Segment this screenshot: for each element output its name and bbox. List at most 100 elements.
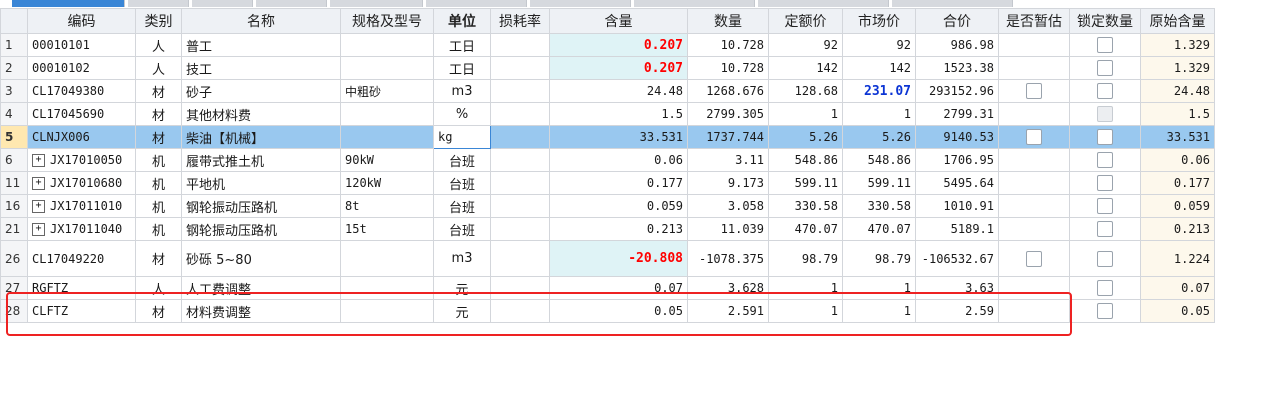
expand-icon[interactable]: +: [32, 177, 45, 190]
code-cell[interactable]: CLNJX006: [27, 125, 136, 149]
loss-cell[interactable]: [490, 102, 550, 126]
qty-cell[interactable]: 10.728: [687, 56, 769, 80]
unit-cell[interactable]: %: [433, 102, 491, 126]
code-cell[interactable]: + JX17010680: [27, 171, 136, 195]
code-cell[interactable]: 00010102: [27, 56, 136, 80]
spec-cell[interactable]: 8t: [340, 194, 434, 218]
column-header-lock-qty[interactable]: 锁定数量: [1069, 8, 1141, 34]
content-cell[interactable]: 0.07: [549, 276, 688, 300]
market-price-cell[interactable]: 470.07: [842, 217, 916, 241]
unit-cell[interactable]: 台班: [433, 194, 491, 218]
name-cell[interactable]: 普工: [181, 33, 341, 57]
lock-qty-checkbox[interactable]: [1097, 175, 1113, 191]
spec-cell[interactable]: [340, 276, 434, 300]
unit-cell[interactable]: 台班: [433, 171, 491, 195]
category-cell[interactable]: 机: [135, 148, 182, 172]
table-row[interactable]: 27 RGFTZ 人 人工费调整 元 0.07 3.628 1 1 3.63 0…: [0, 276, 1215, 300]
code-cell[interactable]: CLFTZ: [27, 299, 136, 323]
category-cell[interactable]: 机: [135, 194, 182, 218]
unit-cell[interactable]: 台班: [433, 148, 491, 172]
provisional-checkbox[interactable]: [1026, 83, 1042, 99]
lock-qty-checkbox[interactable]: [1097, 83, 1113, 99]
lock-qty-checkbox[interactable]: [1097, 152, 1113, 168]
loss-cell[interactable]: [490, 194, 550, 218]
table-row[interactable]: 11 + JX17010680 机 平地机 120kW 台班 0.177 9.17…: [0, 171, 1215, 195]
column-header-unit[interactable]: 单位: [433, 8, 491, 34]
quota-price-cell[interactable]: 599.11: [768, 171, 843, 195]
column-header-category[interactable]: 类别: [135, 8, 182, 34]
column-header-spec[interactable]: 规格及型号: [340, 8, 434, 34]
content-cell[interactable]: 33.531: [549, 125, 688, 149]
loss-cell[interactable]: [490, 217, 550, 241]
quota-price-cell[interactable]: 92: [768, 33, 843, 57]
column-header-content[interactable]: 含量: [549, 8, 688, 34]
loss-cell[interactable]: [490, 56, 550, 80]
content-cell[interactable]: 0.06: [549, 148, 688, 172]
category-cell[interactable]: 机: [135, 217, 182, 241]
column-header-market-price[interactable]: 市场价: [842, 8, 916, 34]
quota-price-cell[interactable]: 330.58: [768, 194, 843, 218]
content-cell[interactable]: 0.213: [549, 217, 688, 241]
name-cell[interactable]: 材料费调整: [181, 299, 341, 323]
code-cell[interactable]: + JX17010050: [27, 148, 136, 172]
name-cell[interactable]: 平地机: [181, 171, 341, 195]
qty-cell[interactable]: 10.728: [687, 33, 769, 57]
lock-qty-checkbox[interactable]: [1097, 60, 1113, 76]
tab[interactable]: [426, 0, 527, 7]
market-price-cell[interactable]: 142: [842, 56, 916, 80]
spec-cell[interactable]: [340, 56, 434, 80]
content-cell[interactable]: 0.05: [549, 299, 688, 323]
unit-cell[interactable]: m3: [433, 240, 491, 277]
quota-price-cell[interactable]: 142: [768, 56, 843, 80]
qty-cell[interactable]: 9.173: [687, 171, 769, 195]
quota-price-cell[interactable]: 128.68: [768, 79, 843, 103]
name-cell[interactable]: 履带式推土机: [181, 148, 341, 172]
market-price-cell[interactable]: 1: [842, 276, 916, 300]
spec-cell[interactable]: [340, 240, 434, 277]
column-header-qty[interactable]: 数量: [687, 8, 769, 34]
market-price-cell[interactable]: 98.79: [842, 240, 916, 277]
market-price-cell[interactable]: 330.58: [842, 194, 916, 218]
content-cell[interactable]: 1.5: [549, 102, 688, 126]
code-cell[interactable]: RGFTZ: [27, 276, 136, 300]
spec-cell[interactable]: 120kW: [340, 171, 434, 195]
unit-cell[interactable]: 台班: [433, 217, 491, 241]
category-cell[interactable]: 人: [135, 56, 182, 80]
lock-qty-checkbox[interactable]: [1097, 198, 1113, 214]
tab[interactable]: [892, 0, 1013, 7]
content-cell[interactable]: 0.207: [549, 33, 688, 57]
tab[interactable]: [330, 0, 423, 7]
name-cell[interactable]: 其他材料费: [181, 102, 341, 126]
expand-icon[interactable]: +: [32, 223, 45, 236]
name-cell[interactable]: 钢轮振动压路机: [181, 217, 341, 241]
quota-price-cell[interactable]: 1: [768, 276, 843, 300]
content-cell[interactable]: 24.48: [549, 79, 688, 103]
spec-cell[interactable]: [340, 125, 434, 149]
code-cell[interactable]: 00010101: [27, 33, 136, 57]
unit-cell[interactable]: 工日: [433, 33, 491, 57]
column-header-loss[interactable]: 损耗率: [490, 8, 550, 34]
market-price-cell[interactable]: 231.07: [842, 79, 916, 103]
category-cell[interactable]: 材: [135, 299, 182, 323]
category-cell[interactable]: 材: [135, 240, 182, 277]
quota-price-cell[interactable]: 470.07: [768, 217, 843, 241]
table-row[interactable]: 28 CLFTZ 材 材料费调整 元 0.05 2.591 1 1 2.59 0…: [0, 299, 1215, 323]
table-row[interactable]: 1 00010101 人 普工 工日 0.207 10.728 92 92 98…: [0, 33, 1215, 57]
lock-qty-checkbox[interactable]: [1097, 303, 1113, 319]
column-header-orig-content[interactable]: 原始含量: [1140, 8, 1215, 34]
unit-cell[interactable]: 元: [433, 276, 491, 300]
quota-price-cell[interactable]: 5.26: [768, 125, 843, 149]
name-cell[interactable]: 柴油【机械】: [181, 125, 341, 149]
unit-cell[interactable]: 元: [433, 299, 491, 323]
table-row[interactable]: 2 00010102 人 技工 工日 0.207 10.728 142 142 …: [0, 56, 1215, 80]
lock-qty-checkbox[interactable]: [1097, 250, 1113, 267]
tab[interactable]: [758, 0, 889, 7]
unit-cell[interactable]: 工日: [433, 56, 491, 80]
loss-cell[interactable]: [490, 33, 550, 57]
qty-cell[interactable]: -1078.375: [687, 240, 769, 277]
code-cell[interactable]: CL17045690: [27, 102, 136, 126]
qty-cell[interactable]: 1737.744: [687, 125, 769, 149]
code-cell[interactable]: + JX17011040: [27, 217, 136, 241]
name-cell[interactable]: 砂砾 5~80: [181, 240, 341, 277]
category-cell[interactable]: 材: [135, 102, 182, 126]
